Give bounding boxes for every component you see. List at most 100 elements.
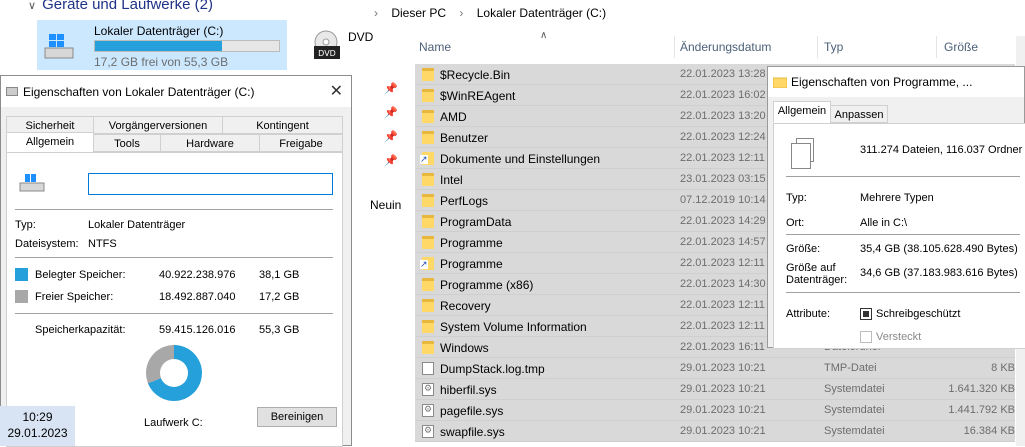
disk-size-label-2: Datenträger: (786, 274, 848, 286)
column-divider[interactable] (674, 36, 675, 58)
file-date: 07.12.2019 10:14 (680, 194, 766, 206)
drive-letter-label: Laufwerk C: (144, 417, 203, 429)
pin-icon[interactable]: 📌 (384, 106, 398, 119)
file-name: pagefile.sys (440, 404, 504, 418)
file-name: Recovery (440, 299, 491, 313)
hidden-checkbox[interactable] (860, 331, 872, 343)
divider (786, 234, 1020, 235)
tab-vorgaengerversionen[interactable]: Vorgängerversionen (93, 116, 223, 134)
drive-c-usage-bar (94, 40, 280, 52)
dialog-titlebar[interactable]: Eigenschaften von Lokaler Datenträger (C… (1, 76, 351, 107)
folder-icon (422, 89, 434, 102)
dvd-drive-label[interactable]: DVD (348, 30, 373, 44)
dialog-title: Eigenschaften von Programme, ... (791, 75, 973, 89)
dialog-title: Eigenschaften von Lokaler Datenträger (C… (23, 85, 255, 99)
folder-icon (422, 110, 434, 123)
hidden-label[interactable]: Versteckt (876, 331, 921, 343)
multiple-files-icon (791, 138, 814, 169)
file-size: 1.641.320 KB (948, 383, 1015, 395)
divider (15, 257, 333, 258)
folder-icon (422, 215, 434, 228)
used-space-swatch (15, 268, 28, 281)
free-space-gb: 17,2 GB (259, 291, 300, 303)
location-value: Alle in C:\ (860, 217, 908, 229)
folder-icon (773, 77, 787, 88)
readonly-checkbox[interactable] (860, 308, 872, 320)
attributes-label: Attribute: (786, 308, 831, 320)
file-date: 22.01.2023 13:20 (680, 110, 766, 122)
dialog-titlebar[interactable]: Eigenschaften von Programme, ... (768, 67, 1024, 97)
filesystem-label: Dateisystem: (15, 238, 79, 250)
file-date: 29.01.2023 10:21 (680, 362, 766, 374)
close-icon[interactable]: ✕ (330, 81, 343, 101)
pin-icon[interactable]: 📌 (384, 82, 398, 95)
column-header-size[interactable]: Größe (944, 36, 1014, 58)
pin-icon[interactable]: 📌 (384, 130, 398, 143)
tab-hardware[interactable]: Hardware (160, 134, 260, 152)
file-name: ProgramData (440, 215, 512, 229)
folder-icon (422, 194, 434, 207)
file-size: 8 KB (991, 362, 1015, 374)
filesystem-value: NTFS (88, 238, 117, 250)
file-date: 22.01.2023 12:11 (680, 257, 765, 269)
breadcrumb-this-pc[interactable]: Dieser PC (391, 6, 446, 20)
breadcrumb-separator-icon: › (459, 6, 464, 20)
tab-allgemein[interactable]: Allgemein (773, 101, 831, 123)
capacity-bytes: 59.415.126.016 (159, 324, 236, 336)
column-divider[interactable] (817, 36, 818, 58)
donut-hole (160, 359, 188, 387)
programme-properties-dialog: Eigenschaften von Programme, ... Allgeme… (767, 66, 1025, 349)
column-header-date[interactable]: Änderungsdatum (680, 36, 815, 58)
divider (15, 209, 333, 210)
file-row[interactable]: DumpStack.log.tmp 29.01.2023 10:21 TMP-Dat… (415, 358, 1015, 379)
cleanup-button[interactable]: Bereinigen (257, 407, 337, 427)
file-name: Dokumente und Einstellungen (440, 152, 601, 166)
file-date: 22.01.2023 16:11 (680, 341, 765, 353)
column-header-type[interactable]: Typ (824, 36, 934, 58)
column-header-name[interactable]: Name (419, 36, 669, 58)
tab-tools[interactable]: Tools (93, 134, 161, 152)
tab-anpassen[interactable]: Anpassen (830, 105, 888, 123)
drive-icon (6, 87, 18, 96)
breadcrumb: › Dieser PC › Lokaler Datenträger (C:) (374, 6, 616, 22)
divider (15, 313, 333, 314)
drive-c-usage-fill (95, 41, 222, 51)
taskbar-clock[interactable]: 10:29 29.01.2023 (0, 406, 75, 446)
type-label: Typ: (786, 192, 807, 204)
devices-group-header[interactable]: ∨ Geräte und Laufwerke (2) (28, 0, 213, 13)
column-divider[interactable] (936, 36, 937, 58)
drive-name-input[interactable] (88, 173, 333, 195)
file-size: 1.441.792 KB (948, 404, 1015, 416)
file-date: 22.01.2023 12:24 (680, 131, 766, 143)
file-name: PerfLogs (440, 194, 489, 208)
clock-date: 29.01.2023 (7, 426, 68, 440)
breadcrumb-drive-c[interactable]: Lokaler Datenträger (C:) (477, 6, 606, 20)
tab-allgemein[interactable]: Allgemein (6, 132, 94, 154)
pin-icon[interactable]: 📌 (384, 154, 398, 167)
file-row[interactable]: hiberfil.sys 29.01.2023 10:21 Systemdatei 1… (415, 379, 1015, 400)
tab-freigabe[interactable]: Freigabe (259, 134, 343, 152)
folder-icon (422, 68, 434, 81)
file-name: AMD (440, 110, 467, 124)
location-label: Ort: (786, 217, 805, 229)
nav-item-partial[interactable]: Neuin (370, 198, 401, 212)
file-type: Systemdatei (824, 383, 885, 395)
file-icon (422, 362, 434, 375)
clock-time: 10:29 (22, 410, 53, 424)
file-date: 22.01.2023 14:57 (680, 236, 766, 248)
tab-kontingent[interactable]: Kontingent (222, 116, 343, 134)
folder-icon (422, 341, 434, 354)
file-name: hiberfil.sys (440, 383, 497, 397)
file-type: TMP-Datei (824, 362, 877, 374)
file-name: $Recycle.Bin (440, 68, 511, 82)
windows-drive-icon (44, 34, 74, 59)
dvd-drive-icon[interactable]: DVD (312, 30, 342, 62)
folder-icon (422, 278, 434, 291)
file-row[interactable]: pagefile.sys 29.01.2023 10:21 Systemdatei 1… (415, 400, 1015, 421)
type-label: Typ: (15, 219, 36, 231)
file-name: Programme (x86) (440, 278, 534, 292)
file-row[interactable]: swapfile.sys 29.01.2023 10:21 Systemdatei 1… (415, 421, 1015, 442)
drive-properties-dialog: Eigenschaften von Lokaler Datenträger (C… (0, 75, 352, 447)
drive-c-free-text: 17,2 GB frei von 55,3 GB (94, 55, 229, 69)
readonly-label[interactable]: Schreibgeschützt (876, 308, 960, 320)
